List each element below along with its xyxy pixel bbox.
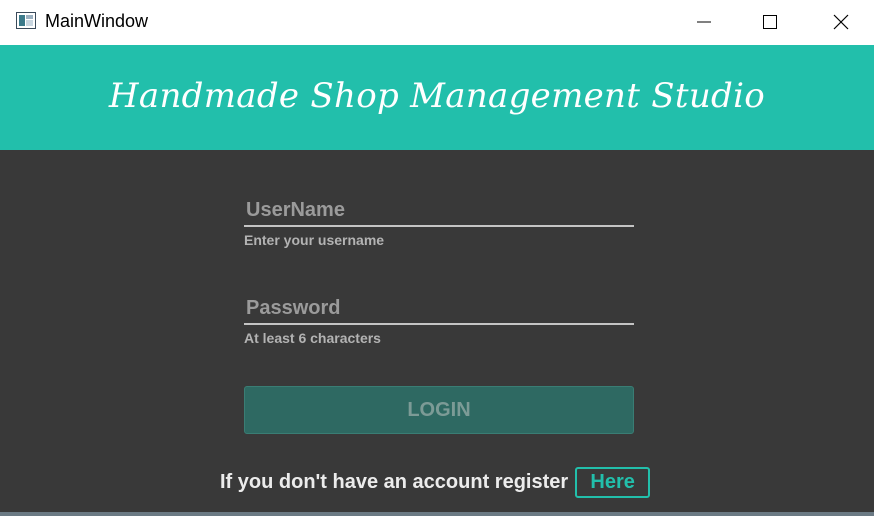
username-hint: Enter your username	[244, 232, 385, 248]
main-window: MainWindow Handmade Shop Management Stud…	[0, 0, 874, 512]
maximize-icon	[763, 15, 777, 29]
register-prompt: If you don't have an account register He…	[220, 467, 651, 498]
password-input[interactable]	[244, 293, 634, 325]
password-hint: At least 6 characters	[244, 330, 381, 346]
login-button[interactable]: LOGIN	[244, 386, 634, 434]
window-title: MainWindow	[45, 11, 149, 31]
register-here-button[interactable]: Here	[575, 467, 651, 498]
title-bar[interactable]: MainWindow	[0, 0, 874, 45]
register-text: If you don't have an account register	[220, 471, 569, 493]
password-field: At least 6 characters	[244, 293, 634, 346]
app-title: Handmade Shop Management Studio	[108, 75, 766, 116]
maximize-button[interactable]	[747, 0, 793, 45]
app-window-icon	[16, 12, 36, 29]
username-input[interactable]	[244, 195, 634, 227]
close-icon	[833, 14, 849, 30]
close-button[interactable]	[818, 0, 864, 45]
minimize-button[interactable]	[681, 0, 727, 45]
username-field: Enter your username	[244, 195, 634, 248]
app-header: Handmade Shop Management Studio	[0, 45, 874, 150]
minimize-icon	[697, 21, 711, 23]
desktop-background	[0, 512, 874, 516]
